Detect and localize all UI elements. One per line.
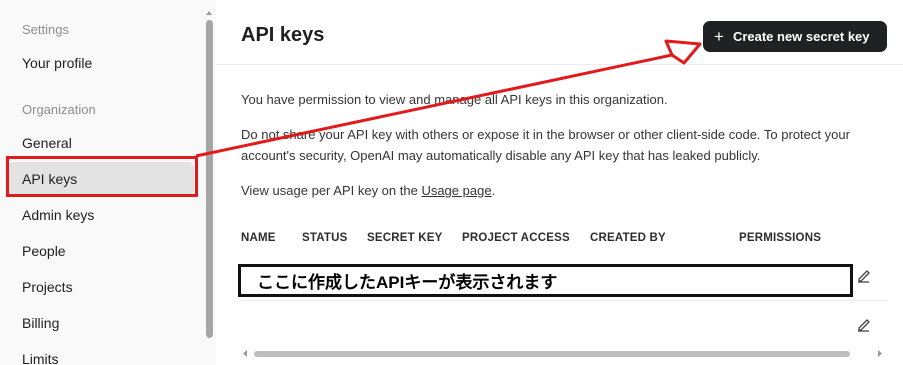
usage-page-link[interactable]: Usage page [421, 183, 491, 198]
column-header-project-access[interactable]: PROJECT ACCESS [462, 232, 570, 244]
sidebar-section-organization: Organization [22, 102, 96, 117]
column-header-status[interactable]: STATUS [302, 232, 348, 244]
annotation-note: ここに作成したAPIキーが表示されます [238, 264, 853, 297]
scroll-up-arrow-icon[interactable] [205, 9, 213, 17]
column-header-name[interactable]: NAME [241, 232, 276, 244]
page-title: API keys [241, 24, 325, 46]
sidebar-item-your-profile[interactable]: Your profile [8, 46, 194, 80]
create-secret-key-label: Create new secret key [732, 29, 870, 44]
usage-prefix: View usage per API key on the [241, 183, 422, 198]
table-row-divider [241, 300, 888, 301]
column-header-permissions[interactable]: PERMISSIONS [739, 232, 821, 244]
scroll-right-arrow-icon[interactable] [876, 349, 884, 358]
column-header-secret-key[interactable]: SECRET KEY [367, 232, 443, 244]
sidebar-scrollbar[interactable] [206, 20, 213, 338]
permission-text: You have permission to view and manage a… [241, 92, 668, 107]
main-panel: API keys + Create new secret key You hav… [216, 0, 903, 365]
header-divider [216, 64, 903, 65]
create-secret-key-button[interactable]: + Create new secret key [703, 21, 887, 52]
sidebar-item-limits[interactable]: Limits [8, 342, 194, 365]
table-horizontal-scrollbar[interactable] [254, 351, 850, 357]
edit-icon[interactable] [856, 317, 872, 333]
warning-text: Do not share your API key with others or… [241, 127, 850, 163]
sidebar-item-billing[interactable]: Billing [8, 306, 194, 340]
usage-text: View usage per API key on the Usage page… [241, 180, 881, 201]
annotation-highlight-box [6, 156, 198, 197]
usage-suffix: . [491, 183, 496, 198]
sidebar-section-settings: Settings [22, 22, 69, 37]
column-header-created-by[interactable]: CREATED BY [590, 232, 666, 244]
edit-icon[interactable] [856, 268, 872, 284]
plus-icon: + [714, 27, 724, 46]
sidebar-item-admin-keys[interactable]: Admin keys [8, 198, 194, 232]
sidebar-item-projects[interactable]: Projects [8, 270, 194, 304]
sidebar-item-general[interactable]: General [8, 126, 194, 160]
sidebar-item-people[interactable]: People [8, 234, 194, 268]
scroll-left-arrow-icon[interactable] [241, 349, 249, 358]
